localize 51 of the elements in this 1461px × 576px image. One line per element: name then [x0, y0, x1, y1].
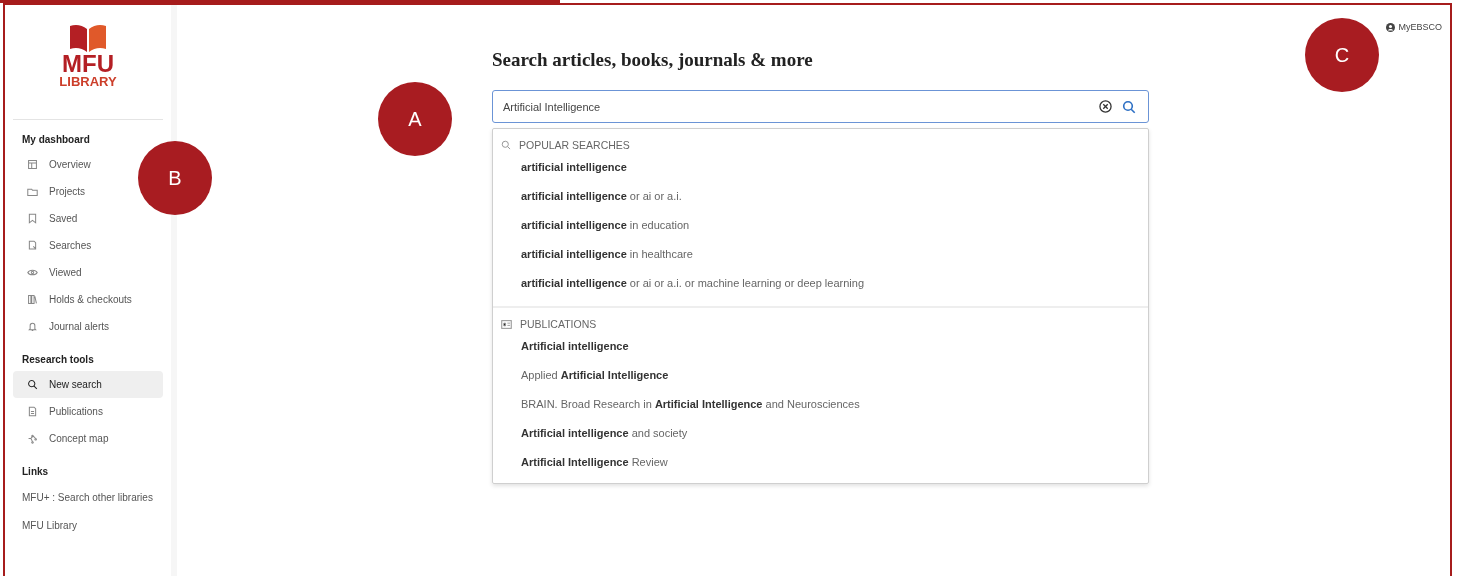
bell-icon: [27, 321, 38, 332]
user-icon: [1386, 22, 1396, 32]
clear-icon[interactable]: [1099, 100, 1112, 113]
nav-item[interactable]: Saved: [13, 205, 92, 232]
suggestion-item[interactable]: Artificial intelligence and society: [493, 419, 1148, 448]
section-heading: My dashboard: [21, 133, 91, 147]
suggestion-item[interactable]: artificial intelligence: [493, 153, 1148, 182]
search-field[interactable]: Artificial Intelligence: [492, 90, 1149, 123]
nav-item[interactable]: Concept map: [13, 425, 123, 452]
search-icon[interactable]: [1122, 99, 1136, 114]
search-icon: [27, 379, 38, 390]
overview-icon: [27, 159, 38, 170]
annotation-marker: C: [1305, 18, 1379, 92]
logo-title: MFU: [62, 53, 114, 75]
suggestion-item[interactable]: BRAIN. Broad Research in Artificial Intelligence and Neurosciences: [493, 390, 1148, 419]
suggestion-item[interactable]: Applied Artificial Intelligence: [493, 361, 1148, 390]
suggestion-item[interactable]: Artificial Intelligence Review: [493, 448, 1148, 477]
nav-item[interactable]: Viewed: [13, 259, 96, 286]
suggestion-item[interactable]: artificial intelligence or ai or a.i. or machine learning or deep learning: [493, 269, 1148, 298]
nav-item[interactable]: Searches: [13, 232, 106, 259]
folder-icon: [27, 186, 38, 197]
nav-item[interactable]: Holds & checkouts: [13, 286, 146, 313]
suggestion-item[interactable]: artificial intelligence or ai or a.i.: [493, 182, 1148, 211]
nav-item[interactable]: New search: [13, 371, 163, 398]
nav-item[interactable]: Journal alerts: [13, 313, 124, 340]
books-icon: [27, 294, 38, 305]
nav-item[interactable]: Projects: [13, 178, 100, 205]
annotation-marker: B: [138, 141, 212, 215]
suggestion-item[interactable]: artificial intelligence in education: [493, 211, 1148, 240]
nav-item[interactable]: MFU+ : Search other libraries: [13, 483, 162, 511]
search-icon: [501, 140, 511, 150]
suggestion-item[interactable]: artificial intelligence in healthcare: [493, 240, 1148, 269]
nav-item[interactable]: MFU Library: [13, 511, 86, 539]
book-icon: [68, 23, 108, 53]
newspaper-icon: [501, 319, 512, 329]
logo-subtitle: LIBRARY: [59, 75, 117, 89]
suggestion-item[interactable]: Artificial intelligence: [493, 332, 1148, 361]
group-heading: POPULAR SEARCHES: [519, 139, 630, 151]
document-icon: [27, 406, 38, 417]
eye-icon: [27, 267, 38, 278]
bookmark-icon: [27, 213, 38, 224]
annotation-marker: A: [378, 82, 452, 156]
nav-item[interactable]: Overview: [13, 151, 105, 178]
nav-item[interactable]: Publications: [13, 398, 117, 425]
group-heading: PUBLICATIONS: [520, 318, 597, 330]
section-heading: Research tools: [21, 353, 95, 367]
network-icon: [27, 433, 38, 444]
section-heading: Links: [21, 465, 50, 479]
account-link[interactable]: MyEBSCO: [1386, 22, 1442, 32]
document-search-icon: [27, 240, 38, 251]
page-heading: Search articles, books, journals & more: [492, 48, 814, 72]
